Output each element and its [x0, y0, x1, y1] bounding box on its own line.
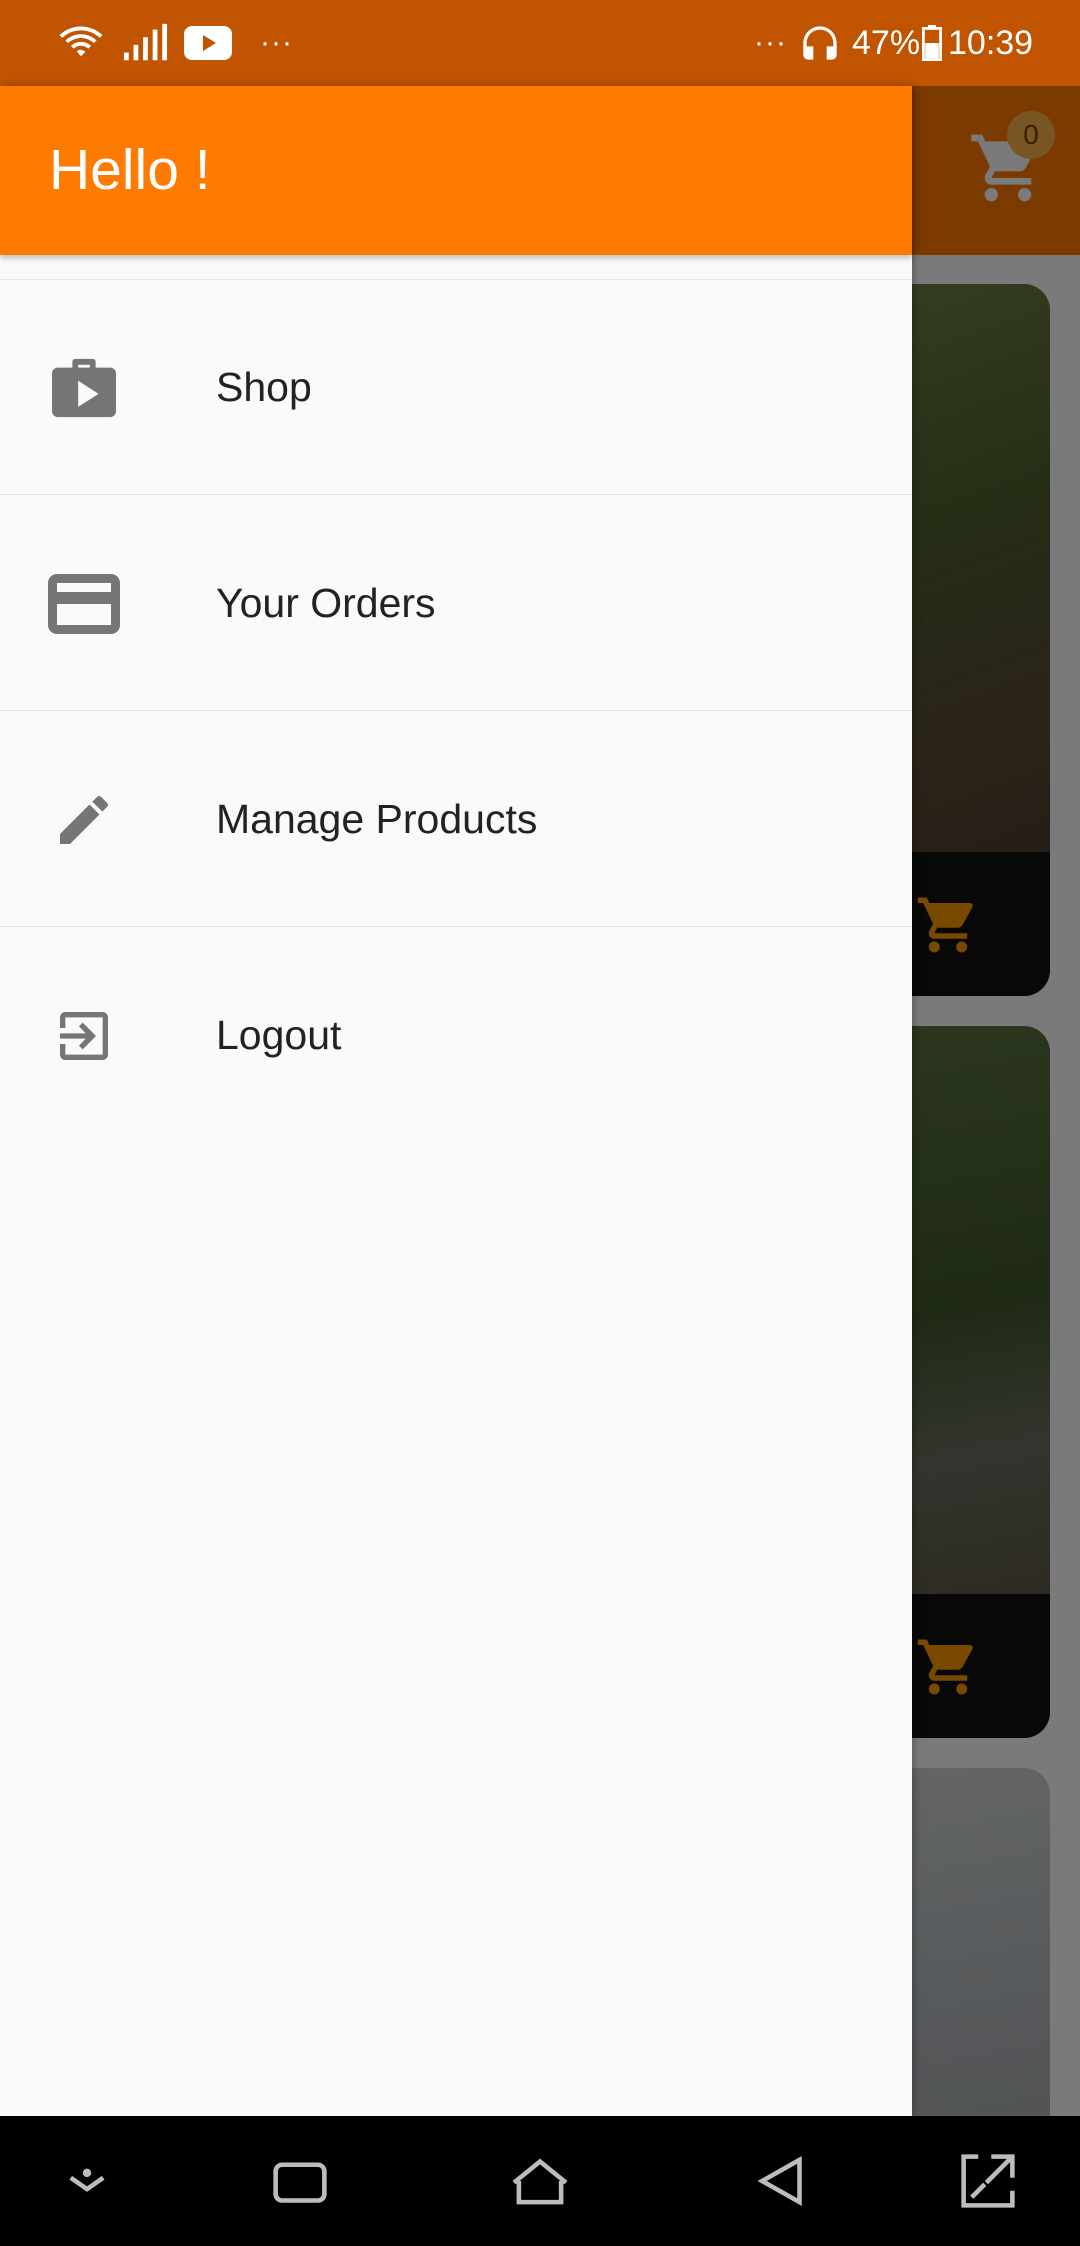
- credit-card-icon: [48, 574, 120, 634]
- divider: [0, 710, 912, 711]
- shop-bag-icon: [52, 358, 116, 418]
- expand-down-icon[interactable]: [48, 2142, 126, 2220]
- drawer-item-label: Shop: [216, 364, 312, 410]
- drawer-header: Hello !: [0, 86, 912, 255]
- drawer-item-logout[interactable]: Logout: [0, 928, 912, 1143]
- back-icon[interactable]: [741, 2142, 819, 2220]
- edit-pencil-icon: [60, 795, 109, 844]
- divider: [0, 926, 912, 927]
- youtube-icon: [184, 26, 232, 60]
- drawer-item-label: Logout: [216, 1012, 342, 1058]
- drawer-title: Hello !: [49, 138, 211, 202]
- drawer-item-label: Manage Products: [216, 796, 538, 842]
- navigation-drawer: Hello ! Shop Your Orders Manage Products…: [0, 86, 912, 2116]
- battery-icon: [922, 25, 942, 61]
- system-nav-bar: [0, 2116, 1080, 2246]
- drawer-item-your-orders[interactable]: Your Orders: [0, 496, 912, 711]
- divider: [0, 494, 912, 495]
- home-icon[interactable]: [501, 2142, 579, 2220]
- drawer-item-shop[interactable]: Shop: [0, 280, 912, 495]
- status-time: 10:39: [948, 23, 1034, 62]
- status-overflow-left: ···: [260, 26, 293, 59]
- status-overflow-right: ···: [754, 26, 787, 59]
- recents-icon[interactable]: [261, 2142, 339, 2220]
- status-bar: ··· ··· 47% 10:39: [0, 0, 1080, 86]
- logout-icon: [60, 1012, 108, 1060]
- battery-percent: 47%: [852, 23, 921, 62]
- drawer-item-manage-products[interactable]: Manage Products: [0, 712, 912, 927]
- wifi-icon: [59, 26, 103, 57]
- drawer-item-label: Your Orders: [216, 580, 436, 626]
- headphones-icon: [803, 26, 837, 60]
- signal-icon: [123, 23, 168, 61]
- screenshot-expand-icon[interactable]: [949, 2142, 1027, 2220]
